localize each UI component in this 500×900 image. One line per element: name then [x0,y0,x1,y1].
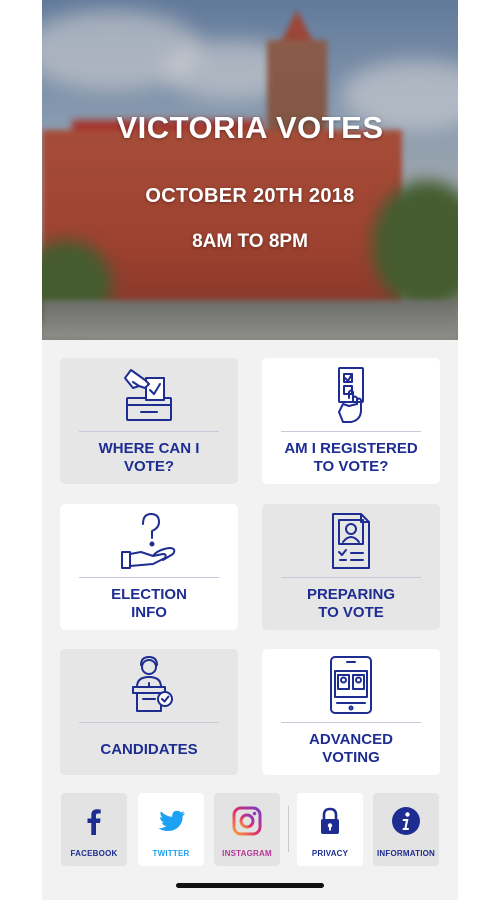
instagram-icon [232,806,262,836]
election-date: OCTOBER 20TH 2018 [145,185,355,207]
preparing-to-vote-button[interactable]: PREPARING TO VOTE [262,504,440,630]
election-info-button[interactable]: ELECTION INFO [60,504,238,630]
am-i-registered-button[interactable]: AM I REGISTERED TO VOTE? [262,358,440,484]
hero-title: VICTORIA VOTES [116,110,384,145]
app-screen: VICTORIA VOTES OCTOBER 20TH 2018 8AM TO … [42,0,458,900]
privacy-button[interactable]: PRIVACY [297,793,363,866]
advanced-voting-button[interactable]: ADVANCED VOTING [262,649,440,775]
tile-divider [79,722,219,723]
instagram-button[interactable]: INSTAGRAM [214,793,280,866]
tile-label: PREPARING TO VOTE [306,586,396,621]
lock-icon [321,807,339,834]
tile-divider [79,431,219,432]
tile-label: CANDIDATES [100,741,198,758]
info-icon [392,807,420,835]
information-label: INFORMATION [376,849,436,858]
where-can-i-vote-button[interactable]: WHERE CAN I VOTE? [60,358,238,484]
social-divider [288,806,289,852]
tile-divider [79,577,219,578]
information-button[interactable]: INFORMATION [373,793,439,866]
tile-label: AM I REGISTERED TO VOTE? [284,440,418,475]
hand-card-check-icon [338,367,364,423]
facebook-button[interactable]: FACEBOOK [61,793,127,866]
instagram-label: INSTAGRAM [222,849,272,858]
facebook-label: FACEBOOK [70,849,118,858]
twitter-icon [158,810,185,831]
home-indicator[interactable] [176,883,324,888]
document-candidate-icon [332,513,370,569]
tile-label: ELECTION INFO [111,586,187,621]
facebook-icon [87,809,101,835]
privacy-label: PRIVACY [311,849,349,858]
tile-divider [281,431,421,432]
hand-question-icon [121,513,176,569]
tile-divider [281,722,421,723]
speaker-podium-icon [132,656,173,712]
twitter-button[interactable]: TWITTER [138,793,204,866]
tile-label: ADVANCED VOTING [309,731,393,766]
hero-banner: VICTORIA VOTES OCTOBER 20TH 2018 8AM TO … [42,0,458,340]
tile-divider [281,577,421,578]
candidates-button[interactable]: CANDIDATES [60,649,238,775]
phone-ballot-icon [330,656,372,714]
twitter-label: TWITTER [152,849,190,858]
polling-hours: 8AM TO 8PM [192,231,308,252]
ballot-box-icon [124,369,172,421]
tile-label: WHERE CAN I VOTE? [98,440,200,475]
